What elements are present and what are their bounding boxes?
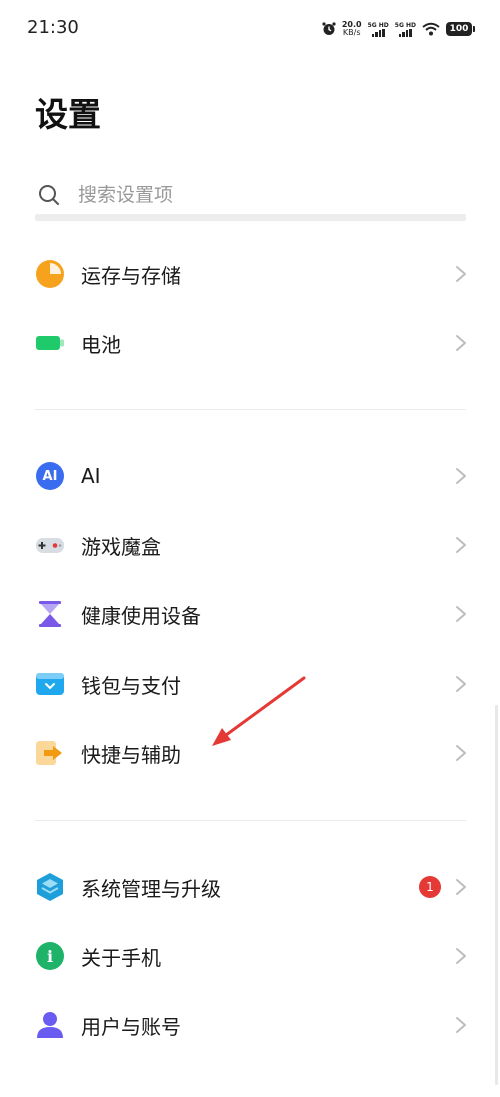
settings-item-users[interactable]: 用户与账号 xyxy=(0,997,500,1053)
section-divider xyxy=(35,409,466,410)
chevron-right-icon xyxy=(456,745,466,761)
settings-item-label: 运存与存储 xyxy=(81,263,181,288)
wallet-icon xyxy=(35,669,65,699)
settings-item-label: 快捷与辅助 xyxy=(81,742,181,767)
notification-badge: 1 xyxy=(419,876,441,898)
settings-item-label: AI xyxy=(81,464,101,488)
shortcut-icon xyxy=(35,738,65,768)
settings-item-storage[interactable]: 运存与存储 xyxy=(0,246,500,302)
alarm-icon xyxy=(322,22,336,35)
ai-icon: AI xyxy=(35,461,65,491)
settings-item-health[interactable]: 健康使用设备 xyxy=(0,586,500,642)
status-time: 21:30 xyxy=(27,17,79,38)
status-bar: 21:30 20.0 KB/s 5G HD 5G HD 100 xyxy=(0,0,500,58)
info-icon: i xyxy=(35,941,65,971)
settings-item-about[interactable]: i 关于手机 xyxy=(0,928,500,984)
chevron-right-icon xyxy=(456,537,466,553)
section-divider xyxy=(35,820,466,821)
settings-item-label: 游戏魔盒 xyxy=(81,534,161,559)
gamepad-icon xyxy=(35,530,65,560)
search-shadow-divider xyxy=(35,214,466,221)
settings-item-label: 用户与账号 xyxy=(81,1014,181,1039)
sim2-signal-icon: 5G HD xyxy=(395,22,416,37)
search-icon xyxy=(39,185,59,205)
chevron-right-icon xyxy=(456,468,466,484)
chevron-right-icon xyxy=(456,266,466,282)
search-bar[interactable] xyxy=(35,174,466,216)
layers-icon xyxy=(35,872,65,902)
settings-item-label: 系统管理与升级 xyxy=(81,876,221,901)
chevron-right-icon xyxy=(456,676,466,692)
chevron-right-icon xyxy=(456,1017,466,1033)
status-icons: 20.0 KB/s 5G HD 5G HD 100 xyxy=(322,19,475,39)
settings-item-system[interactable]: 系统管理与升级 1 xyxy=(0,859,500,915)
battery-indicator: 100 xyxy=(446,22,475,36)
search-input[interactable] xyxy=(78,184,418,206)
settings-item-ai[interactable]: AI AI xyxy=(0,448,500,504)
settings-item-game[interactable]: 游戏魔盒 xyxy=(0,517,500,573)
scrollbar[interactable] xyxy=(495,705,498,1085)
network-speed: 20.0 KB/s xyxy=(341,20,362,37)
settings-item-label: 关于手机 xyxy=(81,945,161,970)
settings-item-battery[interactable]: 电池 xyxy=(0,315,500,371)
pie-chart-icon xyxy=(35,259,65,289)
sim1-signal-icon: 5G HD xyxy=(368,22,389,37)
settings-item-label: 钱包与支付 xyxy=(81,673,181,698)
battery-icon xyxy=(35,328,65,358)
annotation-arrow xyxy=(212,676,306,746)
wifi-icon xyxy=(422,22,440,36)
hourglass-icon xyxy=(35,599,65,629)
chevron-right-icon xyxy=(456,948,466,964)
chevron-right-icon xyxy=(456,335,466,351)
chevron-right-icon xyxy=(456,879,466,895)
user-icon xyxy=(35,1010,65,1040)
settings-item-label: 电池 xyxy=(81,332,121,357)
settings-item-label: 健康使用设备 xyxy=(81,603,201,628)
chevron-right-icon xyxy=(456,606,466,622)
page-title: 设置 xyxy=(35,95,101,134)
